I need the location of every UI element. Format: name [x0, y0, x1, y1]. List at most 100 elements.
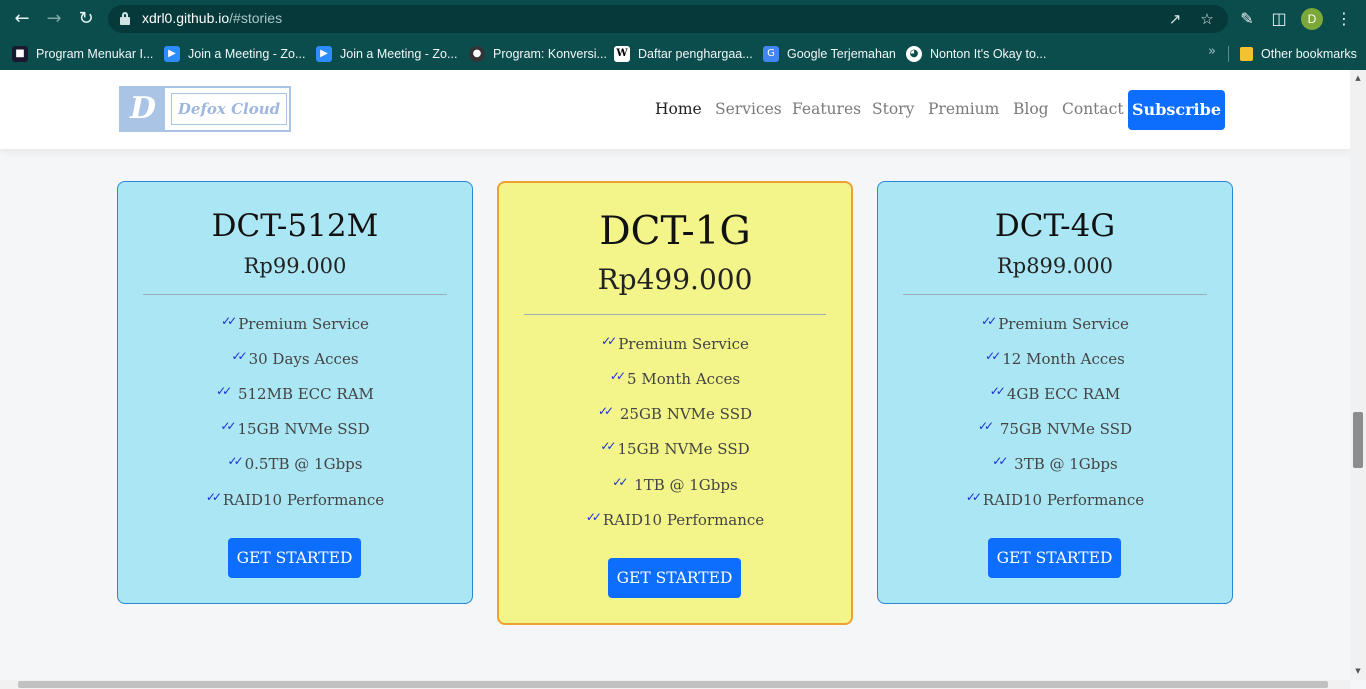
- back-icon[interactable]: ←: [12, 9, 32, 29]
- feature-label: 15GB NVMe SSD: [237, 420, 370, 438]
- bookmark-item[interactable]: ■ Program Menukar I...: [12, 44, 153, 64]
- menu-icon[interactable]: ⋮: [1334, 9, 1354, 29]
- check-icon: ✓✓: [600, 439, 616, 453]
- avatar[interactable]: D: [1301, 8, 1323, 30]
- check-icon: ✓✓: [231, 349, 247, 363]
- plan-price: Rp899.000: [996, 254, 1114, 278]
- url-text[interactable]: xdrl0.github.io/#stories: [142, 10, 282, 26]
- scroll-down-icon[interactable]: ▼: [1353, 666, 1363, 676]
- nav-features[interactable]: Features: [792, 100, 861, 118]
- feature-label: 0.5TB @ 1Gbps: [244, 455, 363, 473]
- feature-item: ✓✓ 15GB NVMe SSD: [118, 419, 472, 438]
- feature-label: 512MB ECC RAM: [233, 385, 374, 403]
- feature-label: 5 Month Acces: [627, 370, 741, 388]
- bookmarks-bar: ■ Program Menukar I... ▶ Join a Meeting - …: [0, 38, 1366, 70]
- check-icon: ✓✓: [612, 475, 628, 489]
- divider: [903, 294, 1207, 295]
- vertical-scrollbar[interactable]: ▲ ▼: [1350, 70, 1366, 680]
- bookmark-label: Join a Meeting - Zo...: [340, 47, 458, 61]
- more-bookmarks-icon[interactable]: »: [1208, 44, 1216, 59]
- plan-price: Rp99.000: [243, 254, 347, 278]
- browser-toolbar: ← → ↻ xdrl0.github.io/#stories ↗ ☆ ✎ ◫ D…: [0, 0, 1366, 38]
- bookmark-label: Program Menukar I...: [36, 47, 154, 61]
- check-icon: ✓✓: [981, 314, 997, 328]
- bookmark-item[interactable]: ◕ Nonton It's Okay to...: [906, 44, 1046, 64]
- feature-item: ✓✓ RAID10 Performance: [118, 490, 472, 509]
- feature-item: ✓✓ 30 Days Acces: [118, 349, 472, 368]
- folder-icon: [1240, 47, 1253, 61]
- scrollbar-thumb[interactable]: [1353, 412, 1363, 468]
- feature-label: RAID10 Performance: [222, 491, 385, 509]
- reload-icon[interactable]: ↻: [76, 9, 96, 29]
- zoom-icon: ▶: [316, 46, 332, 62]
- feature-item: ✓✓ 25GB NVMe SSD: [499, 404, 851, 423]
- nav-story[interactable]: Story: [872, 100, 914, 118]
- bookmark-label: Join a Meeting - Zo...: [188, 47, 306, 61]
- plan-name: DCT-1G: [599, 209, 751, 254]
- feature-item: ✓✓ 512MB ECC RAM: [118, 384, 472, 403]
- feature-item: ✓✓ 12 Month Acces: [878, 349, 1232, 368]
- feature-label: RAID10 Performance: [602, 511, 765, 529]
- pricing-card: DCT-512M Rp99.000 ✓✓ Premium Service ✓✓ 30…: [117, 181, 473, 604]
- check-icon: ✓✓: [585, 510, 602, 524]
- bookmark-item[interactable]: W Daftar penghargaa...: [614, 44, 753, 64]
- bookmark-item[interactable]: ● Program: Konversi...: [469, 44, 607, 64]
- subscribe-button[interactable]: Subscribe: [1128, 90, 1225, 130]
- divider: [524, 314, 826, 315]
- feature-item: ✓✓ 75GB NVMe SSD: [878, 419, 1232, 438]
- sidepanel-icon[interactable]: ◫: [1269, 9, 1289, 29]
- feature-label: 4GB ECC RAM: [1006, 385, 1121, 403]
- feature-label: 3TB @ 1Gbps: [1009, 455, 1118, 473]
- bookmark-item[interactable]: G Google Terjemahan: [763, 44, 896, 64]
- bookmark-label: Program: Konversi...: [493, 47, 607, 61]
- feature-item: ✓✓ 4GB ECC RAM: [878, 384, 1232, 403]
- check-icon: ✓✓: [989, 384, 1006, 398]
- check-icon: ✓✓: [977, 419, 994, 433]
- scrollbar-thumb[interactable]: [18, 681, 1328, 688]
- check-icon: ✓✓: [992, 454, 1008, 468]
- feature-label: Premium Service: [998, 315, 1129, 333]
- pricing-card-featured: DCT-1G Rp499.000 ✓✓ Premium Service ✓✓ 5 M…: [497, 181, 853, 625]
- feature-item: ✓✓ 5 Month Acces: [499, 369, 851, 388]
- check-icon: ✓✓: [221, 314, 237, 328]
- horizontal-scrollbar[interactable]: [0, 680, 1350, 689]
- get-started-button[interactable]: GET STARTED: [608, 558, 741, 598]
- feature-label: RAID10 Performance: [982, 491, 1145, 509]
- check-icon: ✓✓: [609, 369, 626, 383]
- plan-name: DCT-512M: [211, 208, 379, 244]
- share-icon[interactable]: ↗: [1166, 10, 1184, 28]
- address-bar[interactable]: xdrl0.github.io/#stories ↗ ☆: [108, 5, 1228, 33]
- feature-item: ✓✓ Premium Service: [878, 314, 1232, 333]
- forward-icon[interactable]: →: [44, 9, 64, 29]
- bookmark-label: Daftar penghargaa...: [638, 47, 753, 61]
- feature-label: Premium Service: [238, 315, 369, 333]
- nav-services[interactable]: Services: [715, 100, 782, 118]
- nav-premium[interactable]: Premium: [928, 100, 999, 118]
- check-icon: ✓✓: [216, 384, 232, 398]
- globe-icon: ●: [469, 46, 485, 62]
- feature-item: ✓✓ 15GB NVMe SSD: [499, 439, 851, 458]
- bookmark-item[interactable]: ▶ Join a Meeting - Zo...: [316, 44, 457, 64]
- feature-item: ✓✓ 0.5TB @ 1Gbps: [118, 454, 472, 473]
- nav-home[interactable]: Home: [655, 100, 702, 118]
- globe-icon: ◕: [906, 46, 922, 62]
- get-started-button[interactable]: GET STARTED: [988, 538, 1121, 578]
- feature-label: 1TB @ 1Gbps: [629, 476, 738, 494]
- extensions-icon[interactable]: ✎: [1237, 9, 1257, 29]
- url-host: xdrl0.github.io: [142, 10, 230, 26]
- logo-letter: D: [121, 88, 165, 130]
- get-started-button[interactable]: GET STARTED: [228, 538, 361, 578]
- bookmark-label: Google Terjemahan: [787, 47, 896, 61]
- feature-label: 30 Days Acces: [248, 350, 359, 368]
- site-logo[interactable]: D Defox Cloud: [119, 86, 291, 132]
- bookmark-item[interactable]: ▶ Join a Meeting - Zo...: [164, 44, 305, 64]
- star-icon[interactable]: ☆: [1198, 10, 1216, 28]
- lock-icon[interactable]: [120, 12, 130, 25]
- nav-blog[interactable]: Blog: [1013, 100, 1049, 118]
- scroll-up-icon[interactable]: ▲: [1353, 73, 1363, 83]
- check-icon: ✓✓: [965, 490, 982, 504]
- nav-contact[interactable]: Contact: [1062, 100, 1124, 118]
- plan-name: DCT-4G: [994, 208, 1116, 244]
- other-bookmarks[interactable]: Other bookmarks: [1240, 44, 1357, 64]
- other-bookmarks-label: Other bookmarks: [1261, 47, 1357, 61]
